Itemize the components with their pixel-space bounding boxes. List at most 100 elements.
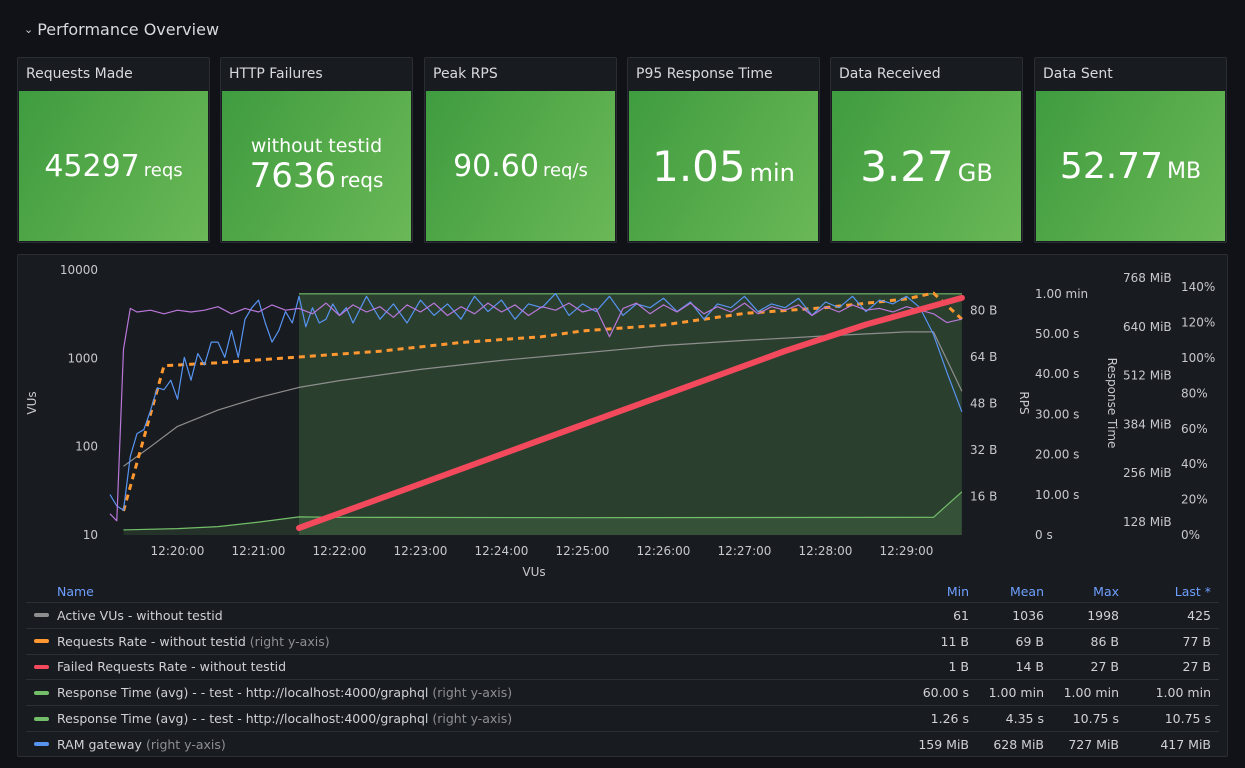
legend-last: 77 B [1182,633,1211,649]
y-tick-label-percent: 100% [1181,351,1215,365]
legend-row[interactable]: Requests Rate - without testid (right y-… [26,627,1219,654]
series-color-swatch[interactable] [34,613,49,618]
legend-min: 60.00 s [922,685,969,701]
y-tick-label-time: 20.00 s [1035,448,1079,462]
x-tick-label: 12:29:00 [880,544,934,558]
y-tick-label-percent: 40% [1181,457,1208,471]
legend-table: Name Min Mean Max Last * Active VUs - wi… [26,580,1219,757]
stat-panel-requests-made: Requests Made 45297 reqs [17,57,210,243]
legend-sort-max[interactable]: Max [1044,584,1119,599]
legend-max: 27 B [1090,659,1119,675]
series-name[interactable]: Response Time (avg) - - test - http://lo… [57,711,428,726]
stat-panel-data-sent: Data Sent 52.77 MB [1034,57,1227,243]
series-color-swatch[interactable] [34,690,49,695]
panel-title: Peak RPS [433,66,498,82]
stat-value: 52.77 [1059,145,1163,187]
series-color-swatch[interactable] [34,716,49,721]
series-name[interactable]: Active VUs - without testid [57,608,223,623]
series-line-response-time-avg-test-http-localhost-4000-graphql-fill [299,293,962,535]
legend-last: 425 [1187,607,1211,623]
legend-sort-mean[interactable]: Mean [969,584,1044,599]
stat-unit: MB [1166,158,1202,184]
legend-sort-last[interactable]: Last * [1119,584,1219,599]
series-name[interactable]: RAM gateway [57,737,142,752]
legend-min: 159 MiB [918,736,969,752]
panel-title: Requests Made [26,66,133,82]
y-tick-label-bytes: 32 B [970,443,997,457]
axis-note: (right y-axis) [432,685,513,701]
legend-row[interactable]: RAM gateway (right y-axis) 159 MiB 628 M… [26,730,1219,757]
x-tick-label: 12:27:00 [718,544,772,558]
timeseries-chart[interactable]: 12:20:00 12:21:00 12:22:00 12:23:00 12:24:00… [18,255,1227,577]
y-tick-label-time: 1.00 min [1035,287,1088,301]
stat-value: 45297 [44,148,140,184]
stat-value: 1.05 [652,141,746,191]
legend-max: 1.00 min [1063,685,1119,701]
y-tick-label-vus: 10 [83,528,98,542]
legend-sort-name[interactable]: Name [26,584,894,599]
x-tick-label: 12:28:00 [799,544,853,558]
series-color-swatch[interactable] [34,742,49,747]
axis-note: (right y-axis) [145,736,226,752]
series-name[interactable]: Failed Requests Rate - without testid [57,659,286,674]
axis-note: (right y-axis) [249,633,330,649]
legend-row[interactable]: Response Time (avg) - - test - http://lo… [26,705,1219,731]
legend-max: 86 B [1090,633,1119,649]
stat-unit: reqs [340,168,384,192]
stat-value: 3.27 [860,141,954,191]
y-tick-label-vus: 1000 [67,351,98,365]
stat-panel-http-failures: HTTP Failures without testid 7636 reqs [220,57,413,243]
x-tick-label: 12:21:00 [232,544,286,558]
legend-row[interactable]: Failed Requests Rate - without testid 1 … [26,653,1219,680]
legend-max: 1998 [1087,607,1119,623]
y-tick-label-percent: 120% [1181,316,1215,330]
y-tick-label-mib: 768 MiB [1123,271,1172,285]
timeseries-panel: 12:20:00 12:21:00 12:22:00 12:23:00 12:24:00… [17,254,1228,757]
y-tick-label-percent: 140% [1181,280,1215,294]
legend-min: 61 [953,607,969,623]
legend-mean: 1.00 min [988,685,1044,701]
y-axis-label-response-time: Response Time [1105,358,1119,449]
y-tick-label-vus: 100 [75,440,98,454]
stat-unit: reqs [143,159,183,181]
panel-title: P95 Response Time [636,66,773,82]
stat-panel-data-received: Data Received 3.27 GB [830,57,1023,243]
legend-min: 1 B [948,659,969,675]
series-color-swatch[interactable] [34,664,49,669]
legend-sort-min[interactable]: Min [894,584,969,599]
y-tick-label-bytes: 48 B [970,397,997,411]
legend-max: 727 MiB [1068,736,1119,752]
legend-row[interactable]: Active VUs - without testid 61 1036 1998… [26,602,1219,628]
legend-min: 1.26 s [930,711,969,727]
stat-unit: min [749,158,795,187]
legend-mean: 628 MiB [993,736,1044,752]
x-tick-label: 12:26:00 [637,544,691,558]
stat-unit: req/s [542,159,588,181]
y-tick-label-mib: 640 MiB [1123,320,1172,334]
y-axis-label-vus: VUs [25,391,39,414]
panel-title: Data Sent [1043,66,1113,82]
legend-mean: 4.35 s [1005,711,1044,727]
legend-row[interactable]: Response Time (avg) - - test - http://lo… [26,679,1219,705]
stat-unit: GB [957,158,993,187]
legend-header: Name Min Mean Max Last * [26,580,1219,602]
series-name[interactable]: Response Time (avg) - - test - http://lo… [57,685,428,700]
legend-mean: 1036 [1012,607,1044,623]
legend-mean: 14 B [1015,659,1044,675]
x-tick-label: 12:20:00 [151,544,205,558]
y-tick-label-time: 30.00 s [1035,407,1079,421]
legend-last: 27 B [1182,659,1211,675]
legend-last: 1.00 min [1155,685,1211,701]
series-name[interactable]: Requests Rate - without testid [57,634,246,649]
y-tick-label-mib: 128 MiB [1123,515,1172,529]
y-axis-label-rps: RPS [1017,391,1031,414]
y-tick-label-percent: 80% [1181,386,1208,400]
legend-max: 10.75 s [1072,711,1119,727]
x-tick-label: 12:22:00 [313,544,367,558]
row-toggle-performance-overview[interactable]: ⌄ Performance Overview [24,20,219,39]
series-color-swatch[interactable] [34,639,49,644]
x-tick-label: 12:24:00 [475,544,529,558]
y-tick-label-percent: 20% [1181,493,1208,507]
y-tick-label-bytes: 80 B [970,304,997,318]
y-tick-label-percent: 0% [1181,528,1200,542]
